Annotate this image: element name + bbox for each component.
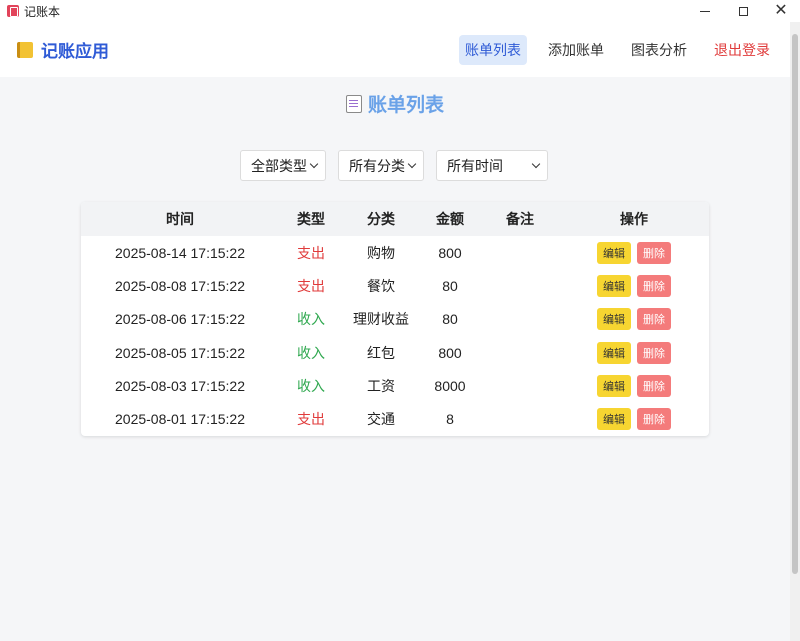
chevron-down-icon [309, 159, 319, 169]
cell-type: 支出 [297, 244, 325, 261]
cell-actions: 编辑 删除 [559, 308, 709, 331]
time-filter-select[interactable]: 所有时间 [436, 150, 548, 181]
column-header-actions: 操作 [620, 211, 648, 227]
cell-category: 工资 [367, 377, 395, 394]
edit-button[interactable]: 编辑 [597, 374, 631, 397]
column-header-note: 备注 [506, 211, 534, 227]
table-header: 时间 类型 分类 金额 备注 操作 [81, 202, 709, 236]
cell-category: 交通 [367, 411, 395, 428]
app-header: 记账应用 账单列表 添加账单 图表分析 退出登录 [0, 22, 790, 77]
brand[interactable]: 记账应用 [17, 37, 109, 62]
app-icon [7, 5, 19, 17]
cell-amount: 8 [446, 411, 454, 428]
cell-actions: 编辑 删除 [559, 408, 709, 431]
cell-time: 2025-08-08 17:15:22 [115, 277, 245, 294]
cell-amount: 800 [438, 244, 462, 261]
delete-button[interactable]: 删除 [637, 374, 671, 397]
time-filter-value: 所有时间 [447, 157, 503, 174]
table-row: 2025-08-03 17:15:22 收入 工资 8000 编辑 删除 [81, 369, 709, 402]
column-header-amount: 金额 [436, 211, 464, 227]
bill-table: 时间 类型 分类 金额 备注 操作 2025-08-14 17:15:22 支出… [81, 202, 709, 436]
table-row: 2025-08-05 17:15:22 收入 红包 800 编辑 删除 [81, 336, 709, 369]
delete-button[interactable]: 删除 [637, 308, 671, 331]
minimize-button[interactable] [686, 0, 724, 22]
type-filter-value: 全部类型 [251, 157, 307, 174]
cell-category: 购物 [367, 244, 395, 261]
cell-category: 理财收益 [353, 311, 409, 328]
cell-amount: 8000 [434, 377, 466, 394]
cell-time: 2025-08-03 17:15:22 [115, 377, 245, 394]
chevron-down-icon [531, 159, 541, 169]
nav-chart-analysis[interactable]: 图表分析 [625, 35, 693, 65]
delete-button[interactable]: 删除 [637, 241, 671, 264]
cell-type: 收入 [297, 344, 325, 361]
close-icon: ✕ [774, 2, 788, 19]
cell-time: 2025-08-01 17:15:22 [115, 411, 245, 428]
window-controls: ✕ [686, 0, 800, 22]
cell-actions: 编辑 删除 [559, 274, 709, 297]
table-row: 2025-08-14 17:15:22 支出 购物 800 编辑 删除 [81, 236, 709, 269]
edit-button[interactable]: 编辑 [597, 341, 631, 364]
close-button[interactable]: ✕ [762, 0, 800, 22]
edit-button[interactable]: 编辑 [597, 408, 631, 431]
cell-actions: 编辑 删除 [559, 241, 709, 264]
edit-button[interactable]: 编辑 [597, 241, 631, 264]
column-header-time: 时间 [166, 211, 194, 227]
table-row: 2025-08-08 17:15:22 支出 餐饮 80 编辑 删除 [81, 269, 709, 302]
top-nav: 账单列表 添加账单 图表分析 退出登录 [444, 22, 790, 77]
maximize-button[interactable] [724, 0, 762, 22]
cell-type: 支出 [297, 411, 325, 428]
cell-amount: 800 [438, 344, 462, 361]
cell-time: 2025-08-14 17:15:22 [115, 244, 245, 261]
delete-button[interactable]: 删除 [637, 341, 671, 364]
edit-button[interactable]: 编辑 [597, 308, 631, 331]
brand-title: 记账应用 [41, 42, 109, 61]
cell-time: 2025-08-06 17:15:22 [115, 311, 245, 328]
nav-bill-list[interactable]: 账单列表 [459, 34, 527, 65]
table-row: 2025-08-06 17:15:22 收入 理财收益 80 编辑 删除 [81, 303, 709, 336]
category-filter-value: 所有分类 [349, 157, 405, 174]
column-header-category: 分类 [367, 211, 395, 227]
cell-category: 红包 [367, 344, 395, 361]
edit-button[interactable]: 编辑 [597, 274, 631, 297]
cell-type: 收入 [297, 377, 325, 394]
window-titlebar: 记账本 ✕ [0, 0, 800, 22]
filter-bar: 全部类型 所有分类 所有时间 [240, 150, 560, 181]
logout-button[interactable]: 退出登录 [708, 35, 776, 65]
cell-amount: 80 [442, 277, 458, 294]
type-filter-select[interactable]: 全部类型 [240, 150, 326, 181]
cell-actions: 编辑 删除 [559, 341, 709, 364]
cell-time: 2025-08-05 17:15:22 [115, 344, 245, 361]
chevron-down-icon [407, 159, 417, 169]
vertical-scrollbar[interactable] [790, 22, 800, 641]
page-title: 账单列表 [0, 90, 790, 117]
category-filter-select[interactable]: 所有分类 [338, 150, 424, 181]
notebook-icon [17, 41, 33, 58]
table-row: 2025-08-01 17:15:22 支出 交通 8 编辑 删除 [81, 402, 709, 435]
cell-category: 餐饮 [367, 277, 395, 294]
delete-button[interactable]: 删除 [637, 408, 671, 431]
cell-actions: 编辑 删除 [559, 374, 709, 397]
scrollbar-thumb[interactable] [792, 34, 798, 574]
delete-button[interactable]: 删除 [637, 274, 671, 297]
nav-add-bill[interactable]: 添加账单 [542, 35, 610, 65]
minimize-icon [700, 10, 710, 12]
cell-amount: 80 [442, 311, 458, 328]
document-icon [345, 94, 362, 113]
cell-type: 收入 [297, 311, 325, 328]
cell-type: 支出 [297, 277, 325, 294]
column-header-type: 类型 [297, 211, 325, 227]
page-title-text: 账单列表 [367, 95, 444, 116]
window-title: 记账本 [24, 4, 61, 19]
maximize-icon [738, 6, 748, 16]
